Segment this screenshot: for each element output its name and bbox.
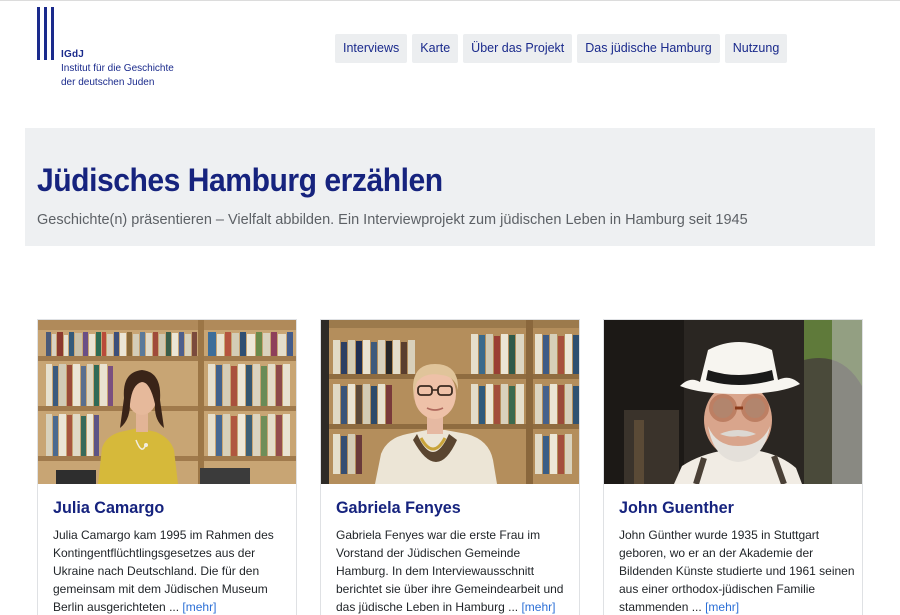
logo-abbreviation: IGdJ (61, 49, 85, 60)
interview-thumbnail[interactable] (321, 320, 579, 484)
more-link[interactable]: [mehr] (705, 600, 739, 614)
bookshelf-portrait-image (38, 320, 296, 484)
page-subtitle: Geschichte(n) präsentieren – Vielfalt ab… (37, 212, 748, 228)
interview-card[interactable]: Julia Camargo Julia Camargo kam 1995 im … (37, 319, 297, 615)
logo-name-line-1: Institut für die Geschichte (61, 63, 174, 74)
interview-description: Gabriela Fenyes war die erste Frau im Vo… (336, 526, 572, 615)
interview-card[interactable]: John Guenther John Günther wurde 1935 in… (603, 319, 863, 615)
interview-description: John Günther wurde 1935 in Stuttgart geb… (619, 526, 855, 615)
nav-item-das-juedische-hamburg[interactable]: Das jüdische Hamburg (577, 34, 720, 63)
interview-description: Julia Camargo kam 1995 im Rahmen des Kon… (53, 526, 289, 615)
more-link[interactable]: [mehr] (521, 600, 555, 614)
nav-item-karte[interactable]: Karte (412, 34, 459, 63)
portrait-image (604, 320, 862, 484)
interview-card[interactable]: Gabriela Fenyes Gabriela Fenyes war die … (320, 319, 580, 615)
interview-description-text: Julia Camargo kam 1995 im Rahmen des Kon… (53, 528, 274, 614)
interview-thumbnail[interactable] (604, 320, 862, 484)
interview-name[interactable]: Julia Camargo (53, 498, 164, 518)
nav-item-nutzung[interactable]: Nutzung (724, 34, 788, 63)
nav-item-interviews[interactable]: Interviews (335, 34, 408, 63)
logo-name-line-2: der deutschen Juden (61, 77, 155, 88)
top-rule (0, 0, 900, 1)
logo-bars-icon (37, 7, 55, 60)
hero-banner: Jüdisches Hamburg erzählen Geschichte(n)… (25, 128, 875, 246)
nav-item-ueber-das-projekt[interactable]: Über das Projekt (463, 34, 573, 63)
igdj-logo[interactable]: IGdJ Institut für die Geschichte der deu… (37, 7, 197, 92)
interview-name[interactable]: John Guenther (619, 498, 734, 518)
interview-name[interactable]: Gabriela Fenyes (336, 498, 461, 518)
more-link[interactable]: [mehr] (182, 600, 216, 614)
main-nav: Interviews Karte Über das Projekt Das jü… (335, 34, 788, 63)
bookshelf-portrait-image (321, 320, 579, 484)
page-title: Jüdisches Hamburg erzählen (37, 162, 443, 198)
interview-thumbnail[interactable] (38, 320, 296, 484)
